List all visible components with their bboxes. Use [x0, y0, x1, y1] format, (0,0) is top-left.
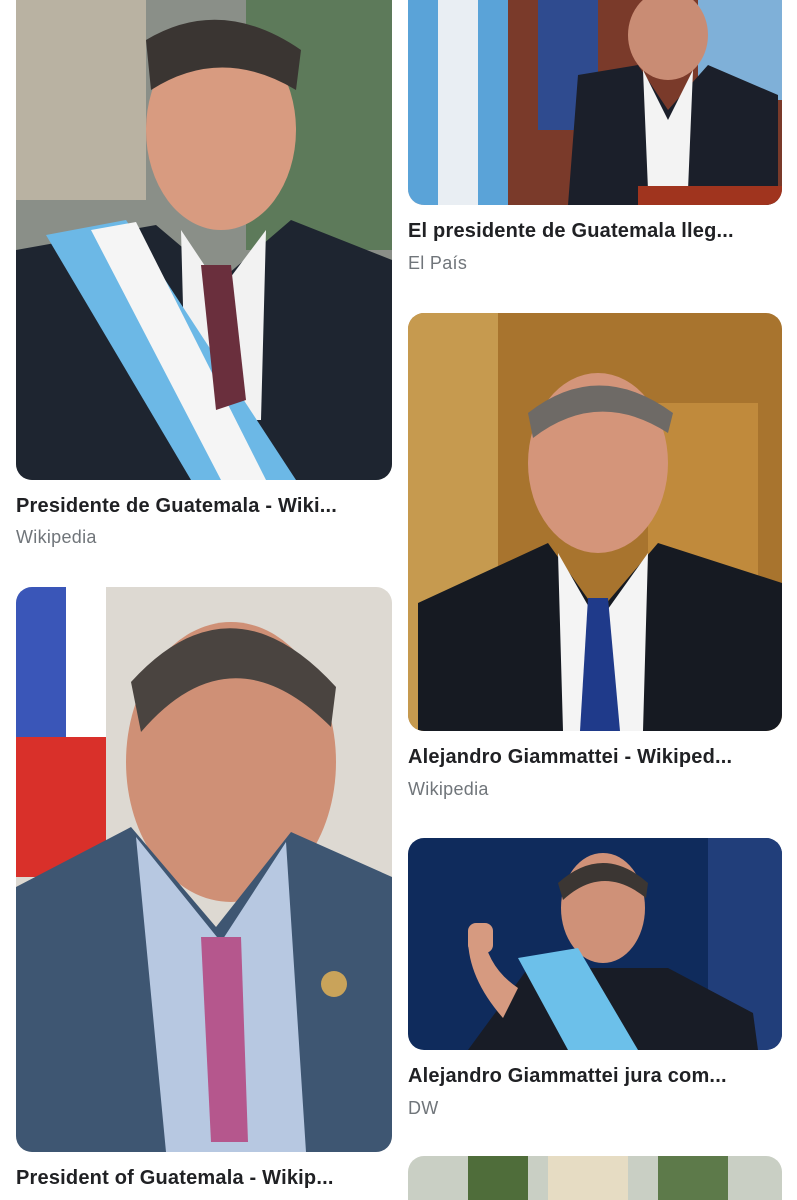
result-source-1: Wikipedia: [16, 527, 97, 547]
result-card-4[interactable]: President of Guatemala - Wikip...: [16, 587, 392, 1200]
result-source-2: El País: [408, 253, 468, 273]
result-card-6[interactable]: [408, 1156, 782, 1200]
result-card-3[interactable]: Alejandro Giammattei - Wikiped... Wikipe…: [408, 313, 782, 803]
result-thumbnail-4[interactable]: [16, 587, 392, 1152]
result-card-1[interactable]: Presidente de Guatemala - Wiki... Wikipe…: [16, 0, 392, 560]
result-thumbnail-5[interactable]: [408, 838, 782, 1050]
result-thumbnail-3[interactable]: [408, 313, 782, 731]
result-thumbnail-1[interactable]: [16, 0, 392, 480]
result-title-3[interactable]: Alejandro Giammattei - Wikiped...: [408, 746, 782, 769]
result-thumbnail-2[interactable]: [408, 0, 782, 205]
result-title-1[interactable]: Presidente de Guatemala - Wiki...: [16, 495, 392, 518]
result-card-5[interactable]: Alejandro Giammattei jura com... DW: [408, 838, 782, 1128]
result-source-5: DW: [408, 1098, 439, 1118]
result-thumbnail-6[interactable]: [408, 1156, 782, 1200]
result-card-2[interactable]: El presidente de Guatemala lleg... El Pa…: [408, 0, 782, 280]
result-title-5[interactable]: Alejandro Giammattei jura com...: [408, 1065, 782, 1088]
result-title-2[interactable]: El presidente de Guatemala lleg...: [408, 220, 782, 243]
result-source-3: Wikipedia: [408, 779, 489, 799]
result-title-4[interactable]: President of Guatemala - Wikip...: [16, 1167, 392, 1190]
